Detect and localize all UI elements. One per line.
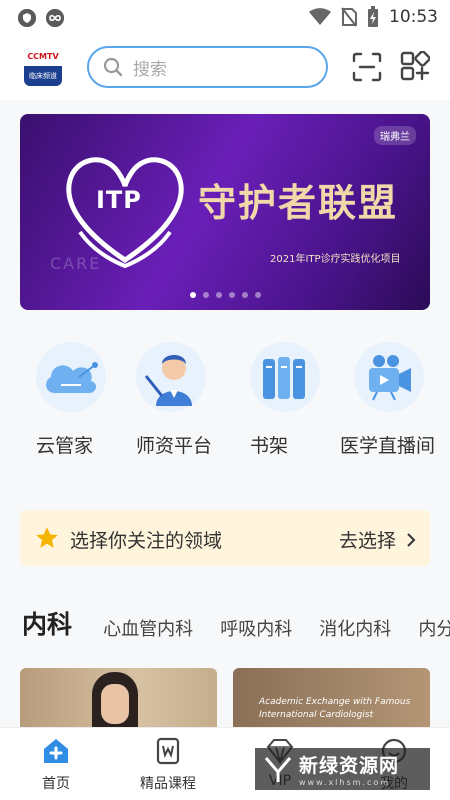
- course-card[interactable]: [20, 668, 217, 727]
- star-icon: [36, 527, 58, 548]
- search-placeholder: 搜索: [133, 59, 167, 80]
- carousel-dot[interactable]: [189, 292, 196, 298]
- scan-icon[interactable]: [352, 52, 382, 82]
- clock: 10:53: [389, 7, 438, 27]
- entry-bookshelf[interactable]: 书架: [250, 342, 350, 458]
- choose-button[interactable]: 去选择: [339, 526, 416, 553]
- course-icon: [156, 737, 180, 765]
- carousel-dot[interactable]: [241, 292, 248, 298]
- banner-brand: 瑞弗兰: [374, 126, 416, 145]
- entry-live-room[interactable]: 医学直播间: [340, 342, 440, 458]
- search-input[interactable]: 搜索: [87, 46, 328, 88]
- banner-title: 守护者联盟: [198, 180, 399, 225]
- tab-home[interactable]: 首页: [11, 736, 101, 793]
- tab-cardiology[interactable]: 心血管内科: [103, 615, 193, 641]
- quick-entry-grid: 云管家 师资平台 书架 医学直播间: [0, 332, 450, 492]
- tab-respiratory[interactable]: 呼吸内科: [220, 615, 292, 641]
- home-icon: [44, 739, 68, 763]
- no-sim-icon: [341, 7, 357, 27]
- banner-heart-text: ITP: [96, 186, 142, 214]
- site-watermark: 新绿资源网 www.xlhsm.com: [255, 748, 430, 790]
- tab-internal-medicine[interactable]: 内科: [22, 605, 72, 641]
- cloud-icon: [36, 342, 106, 412]
- carousel-dot[interactable]: [254, 292, 261, 298]
- shield-icon: [18, 9, 36, 27]
- tab-gastroenterology[interactable]: 消化内科: [319, 615, 391, 641]
- entry-cloud-manager[interactable]: 云管家: [36, 342, 136, 458]
- home-content: 瑞弗兰 ITP CARE 守护者联盟 2021年ITP诊疗实践优化项目 云管家 …: [0, 100, 450, 727]
- banner-background-text: CARE: [50, 254, 102, 273]
- logo-title: CCMTV: [24, 48, 62, 66]
- wifi-icon: [309, 8, 331, 25]
- choose-focus-banner[interactable]: 选择你关注的领域 去选择: [20, 510, 430, 566]
- banner-subtitle: 2021年ITP诊疗实践优化项目: [270, 254, 401, 265]
- status-bar: 10:53: [0, 0, 450, 36]
- watermark-title: 新绿资源网: [299, 755, 400, 777]
- app-logo[interactable]: CCMTV 临床频道: [24, 48, 62, 86]
- chevron-right-icon: [407, 533, 416, 547]
- promo-banner[interactable]: 瑞弗兰 ITP CARE 守护者联盟 2021年ITP诊疗实践优化项目: [20, 114, 430, 310]
- top-bar: CCMTV 临床频道 搜索: [0, 36, 450, 100]
- entry-label: 书架: [250, 435, 289, 457]
- infinity-icon: [46, 9, 64, 27]
- tab-endocrinology[interactable]: 内分: [418, 615, 450, 641]
- battery-charging-icon: [368, 6, 378, 27]
- focus-message: 选择你关注的领域: [70, 530, 223, 552]
- teacher-icon: [136, 342, 206, 412]
- choose-button-label: 去选择: [338, 530, 396, 552]
- watermark-url: www.xlhsm.com: [299, 778, 391, 787]
- department-tabs: 内科 心血管内科 呼吸内科 消化内科 内分: [22, 605, 450, 641]
- course-card[interactable]: Academic Exchange with Famous Internatio…: [233, 668, 430, 727]
- carousel-dot[interactable]: [202, 292, 209, 298]
- bookshelf-icon: [250, 342, 320, 412]
- tab-courses[interactable]: 精品课程: [123, 736, 213, 793]
- watermark-logo-icon: [264, 757, 292, 782]
- video-camera-icon: [354, 342, 424, 412]
- entry-label: 云管家: [36, 435, 94, 457]
- tab-label: 首页: [42, 776, 70, 792]
- logo-subtitle: 临床频道: [29, 72, 57, 80]
- carousel-dot[interactable]: [215, 292, 222, 298]
- course-cards: Academic Exchange with Famous Internatio…: [0, 668, 450, 727]
- entry-teacher-platform[interactable]: 师资平台: [136, 342, 236, 458]
- tab-label: 精品课程: [140, 776, 196, 792]
- carousel-dot[interactable]: [228, 292, 235, 298]
- course-card-caption: Academic Exchange with Famous Internatio…: [259, 697, 411, 720]
- qr-code-icon[interactable]: [400, 51, 430, 81]
- entry-label: 医学直播间: [340, 435, 436, 457]
- carousel-indicator[interactable]: [20, 292, 430, 298]
- search-icon: [103, 57, 123, 77]
- entry-label: 师资平台: [136, 435, 213, 457]
